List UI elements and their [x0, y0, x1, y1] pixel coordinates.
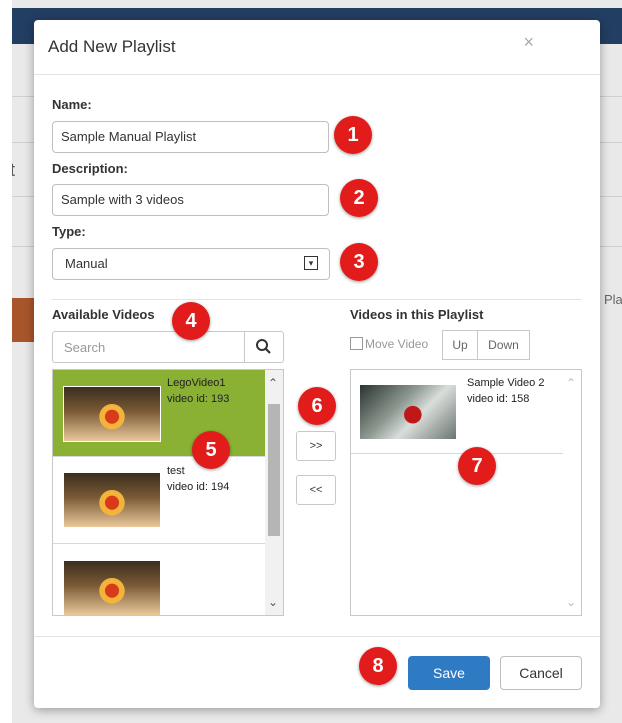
video-title: test: [167, 465, 185, 477]
type-select[interactable]: Manual ▾: [52, 248, 330, 280]
playlist-videos-list[interactable]: Sample Video 2 video id: 158 ⌃ ⌄: [350, 369, 582, 616]
callout-badge: 4: [172, 302, 210, 340]
list-item[interactable]: test video id: 194: [53, 457, 265, 544]
modal-header: Add New Playlist ×: [34, 20, 600, 75]
callout-badge: 7: [458, 447, 496, 485]
video-title: LegoVideo1: [167, 377, 226, 389]
video-thumbnail: [63, 472, 161, 528]
playlist-videos-heading: Videos in this Playlist: [350, 307, 484, 322]
remove-from-playlist-button[interactable]: <<: [296, 475, 336, 505]
cancel-button[interactable]: Cancel: [500, 656, 582, 690]
add-playlist-modal: Add New Playlist × Name: Sample Manual P…: [34, 20, 600, 708]
chevron-down-icon[interactable]: ⌄: [566, 595, 576, 609]
name-input[interactable]: Sample Manual Playlist: [52, 121, 329, 153]
move-up-button[interactable]: Up: [442, 330, 478, 360]
callout-badge: 6: [298, 387, 336, 425]
search-icon: [256, 339, 271, 354]
name-label: Name:: [52, 97, 92, 112]
chevron-up-icon[interactable]: ⌃: [268, 376, 278, 390]
background-strip: [0, 0, 12, 723]
video-id: video id: 158: [467, 393, 530, 405]
background-block: [12, 298, 34, 342]
footer-divider: [34, 636, 600, 637]
close-icon[interactable]: ×: [523, 32, 534, 53]
video-id: video id: 193: [167, 393, 230, 405]
type-label: Type:: [52, 224, 86, 239]
available-videos-list[interactable]: LegoVideo1 video id: 193 test video id: …: [52, 369, 284, 616]
description-input[interactable]: Sample with 3 videos: [52, 184, 329, 216]
search-placeholder: Search: [64, 340, 106, 355]
callout-badge: 5: [192, 431, 230, 469]
video-thumbnail: [63, 386, 161, 442]
background-text: Pla: [604, 292, 622, 307]
scrollbar[interactable]: ⌃ ⌄: [265, 370, 283, 615]
chevron-down-icon: ▾: [304, 256, 318, 270]
modal-title: Add New Playlist: [48, 37, 176, 56]
section-divider: [52, 299, 582, 300]
add-to-playlist-button[interactable]: >>: [296, 431, 336, 461]
type-select-value: Manual: [65, 256, 108, 271]
save-button[interactable]: Save: [408, 656, 490, 690]
search-button[interactable]: [244, 332, 283, 362]
description-label: Description:: [52, 161, 128, 176]
chevron-up-icon[interactable]: ⌃: [566, 376, 576, 390]
callout-badge: 8: [359, 647, 397, 685]
video-title: Sample Video 2: [467, 377, 545, 389]
callout-badge: 1: [334, 116, 372, 154]
move-video-checkbox[interactable]: [350, 337, 363, 350]
callout-badge: 2: [340, 179, 378, 217]
list-item[interactable]: [53, 544, 265, 615]
video-id: video id: 194: [167, 481, 230, 493]
callout-badge: 3: [340, 243, 378, 281]
available-videos-heading: Available Videos: [52, 307, 155, 322]
move-down-button[interactable]: Down: [478, 330, 530, 360]
chevron-down-icon[interactable]: ⌄: [268, 595, 278, 609]
list-item[interactable]: Sample Video 2 video id: 158: [351, 370, 563, 454]
move-video-label: Move Video: [365, 337, 429, 351]
video-thumbnail: [359, 384, 457, 440]
search-input[interactable]: Search: [52, 331, 284, 363]
video-thumbnail: [63, 560, 161, 615]
list-item[interactable]: LegoVideo1 video id: 193: [53, 370, 265, 457]
scrollbar[interactable]: ⌃ ⌄: [563, 370, 581, 615]
scrollbar-thumb[interactable]: [268, 404, 280, 536]
